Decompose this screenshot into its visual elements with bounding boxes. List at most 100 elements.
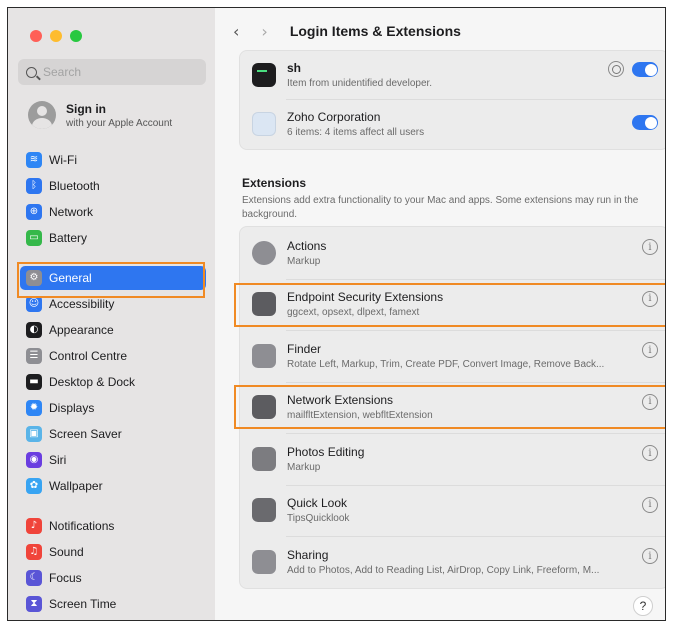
- sidebar-item-displays[interactable]: ✹ Displays: [20, 396, 206, 420]
- sidebar-item-desktop-dock[interactable]: ▬ Desktop & Dock: [20, 370, 206, 394]
- battery-icon: ▭: [26, 230, 42, 246]
- info-icon[interactable]: i: [642, 342, 658, 358]
- extension-name: Quick Look: [287, 496, 348, 511]
- info-icon[interactable]: i: [642, 548, 658, 564]
- avatar-icon: [28, 101, 56, 129]
- general-highlight-annotation: [17, 262, 205, 298]
- sidebar-item-wallpaper[interactable]: ✿ Wallpaper: [20, 474, 206, 498]
- extension-row[interactable]: Finder Rotate Left, Markup, Trim, Create …: [240, 330, 665, 382]
- sidebar-item-label: Notifications: [49, 519, 115, 533]
- login-item-name: Zoho Corporation: [287, 110, 381, 124]
- sound-speaker-icon: ♫: [26, 544, 42, 560]
- extension-row[interactable]: Photos Editing Markup i: [240, 433, 665, 485]
- main-content: ‹ › Login Items & Extensions sh Item fro…: [215, 8, 665, 620]
- control-centre-icon: ☰: [26, 348, 42, 364]
- sidebar-item-label: Network: [49, 205, 94, 219]
- back-button[interactable]: ‹: [233, 22, 239, 41]
- extension-row[interactable]: Actions Markup i: [240, 227, 665, 279]
- extension-row[interactable]: Sharing Add to Photos, Add to Reading Lis…: [240, 536, 665, 588]
- sidebar-item-label: Accessibility: [49, 297, 115, 311]
- finder-icon: [252, 343, 276, 368]
- accessibility-icon: ☺: [26, 296, 42, 312]
- extension-name: Finder: [287, 341, 322, 356]
- screen-time-icon: ⧗: [26, 596, 42, 612]
- search-input[interactable]: [43, 65, 193, 79]
- zoho-app-icon: [252, 112, 276, 136]
- network-highlight-annotation: [234, 385, 665, 429]
- terminal-icon: [252, 63, 276, 87]
- extension-desc: Markup: [287, 461, 321, 473]
- sidebar-item-label: Screen Time: [49, 597, 117, 611]
- extensions-title: Extensions: [242, 176, 307, 190]
- info-icon[interactable]: i: [642, 445, 658, 461]
- forward-button[interactable]: ›: [261, 22, 267, 41]
- screen-saver-icon: ▣: [26, 426, 42, 442]
- sidebar-item-sound[interactable]: ♫ Sound: [20, 540, 206, 564]
- sidebar-item-network[interactable]: ⊕ Network: [20, 200, 206, 224]
- extension-name: Photos Editing: [287, 444, 365, 459]
- notifications-bell-icon: ♪: [26, 518, 42, 534]
- sidebar-item-siri[interactable]: ◉ Siri: [20, 448, 206, 472]
- sidebar: Sign in with your Apple Account ≋Wi-FiᛒB…: [8, 8, 215, 620]
- sh-toggle[interactable]: [632, 62, 658, 77]
- wifi-icon: ≋: [26, 152, 42, 168]
- sidebar-item-bluetooth[interactable]: ᛒ Bluetooth: [20, 174, 206, 198]
- sidebar-item-label: Displays: [49, 401, 95, 415]
- login-items-group: sh Item from unidentified developer. Zoh…: [239, 50, 665, 150]
- inspect-icon[interactable]: [608, 61, 624, 77]
- sidebar-item-control-centre[interactable]: ☰ Control Centre: [20, 344, 206, 368]
- extension-desc: Rotate Left, Markup, Trim, Create PDF, C…: [287, 358, 605, 370]
- login-item-desc: 6 items: 4 items affect all users: [287, 127, 425, 138]
- extension-desc: Markup: [287, 255, 321, 267]
- extension-name: Actions: [287, 238, 327, 253]
- sidebar-item-label: Wallpaper: [49, 479, 103, 493]
- sidebar-item-label: Desktop & Dock: [49, 375, 136, 389]
- sidebar-item-label: Sound: [49, 545, 84, 559]
- login-item-row[interactable]: sh Item from unidentified developer.: [240, 51, 665, 99]
- search-field[interactable]: [18, 59, 206, 85]
- sidebar-item-label: Wi-Fi: [49, 153, 77, 167]
- actions-icon: [252, 240, 276, 265]
- sidebar-item-screen-time[interactable]: ⧗ Screen Time: [20, 592, 206, 616]
- extensions-description: Extensions add extra functionality to yo…: [242, 195, 639, 220]
- extensions-header: Extensions Extensions add extra function…: [242, 176, 665, 222]
- window-controls: [30, 30, 82, 42]
- page-title: Login Items & Extensions: [289, 23, 461, 39]
- sidebar-item-screen-saver[interactable]: ▣ Screen Saver: [20, 422, 206, 446]
- search-icon: [26, 66, 37, 78]
- login-item-desc: Item from unidentified developer.: [287, 78, 433, 89]
- zoom-window-button[interactable]: [70, 30, 82, 42]
- bluetooth-icon: ᛒ: [26, 178, 42, 194]
- apple-account-signin[interactable]: Sign in with your Apple Account: [28, 101, 172, 129]
- info-icon[interactable]: i: [642, 239, 658, 255]
- desktop-dock-icon: ▬: [26, 374, 42, 390]
- appearance-icon: ◐: [26, 322, 42, 338]
- extension-row[interactable]: Quick Look TipsQuicklook i: [240, 484, 665, 537]
- system-settings-window: Sign in with your Apple Account ≋Wi-FiᛒB…: [7, 7, 666, 621]
- sidebar-item-appearance[interactable]: ◐ Appearance: [20, 318, 206, 342]
- wallpaper-icon: ✿: [26, 478, 42, 494]
- sidebar-item-label: Bluetooth: [49, 179, 100, 193]
- login-item-row[interactable]: Zoho Corporation 6 items: 4 items affect…: [240, 99, 665, 149]
- extension-desc: Add to Photos, Add to Reading List, AirD…: [287, 564, 600, 576]
- photos-icon: [252, 446, 276, 471]
- sidebar-item-label: Screen Saver: [49, 427, 122, 441]
- zoho-toggle[interactable]: [632, 115, 658, 130]
- endpoint-highlight-annotation: [234, 283, 665, 327]
- sidebar-item-label: Battery: [49, 231, 88, 245]
- toolbar: ‹ › Login Items & Extensions: [215, 8, 665, 54]
- sidebar-item-wi-fi[interactable]: ≋ Wi-Fi: [20, 148, 206, 172]
- sidebar-item-notifications[interactable]: ♪ Notifications: [20, 514, 206, 538]
- sidebar-item-focus[interactable]: ☾ Focus: [20, 566, 206, 590]
- sidebar-item-label: Control Centre: [49, 349, 128, 363]
- close-window-button[interactable]: [30, 30, 42, 42]
- info-icon[interactable]: i: [642, 496, 658, 513]
- account-name: Sign in: [66, 101, 106, 116]
- sidebar-item-label: Focus: [49, 571, 82, 585]
- minimize-window-button[interactable]: [50, 30, 62, 42]
- help-button[interactable]: ?: [633, 596, 653, 616]
- quick-look-eye-icon: [252, 498, 276, 523]
- extension-desc: TipsQuicklook: [287, 513, 350, 525]
- sidebar-item-battery[interactable]: ▭ Battery: [20, 226, 206, 250]
- account-subtitle: with your Apple Account: [66, 117, 173, 129]
